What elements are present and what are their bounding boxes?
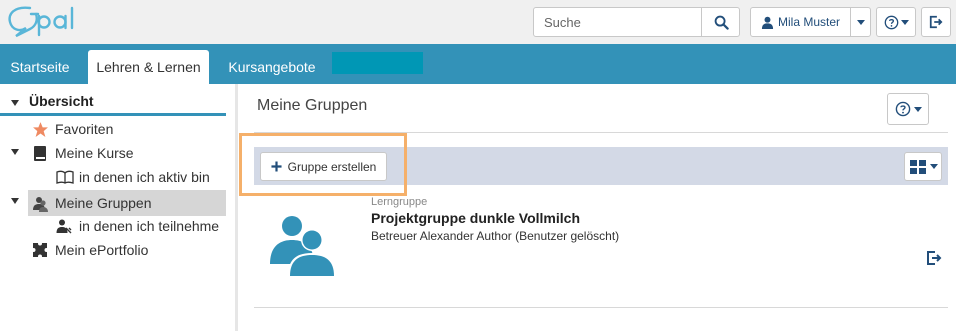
sidebar-item-meine-gruppen[interactable]: Meine Gruppen: [32, 191, 152, 215]
book-icon: [34, 145, 46, 161]
tab-lehren-lernen[interactable]: Lehren & Lernen: [88, 50, 209, 84]
collapse-toggle-icon[interactable]: [11, 198, 19, 204]
tab-kursangebote[interactable]: Kursangebote: [219, 50, 325, 84]
user-icon: [56, 219, 72, 234]
sidebar: Übersicht Favoriten Meine Kurse in denen…: [0, 84, 238, 331]
sidebar-item-label: in denen ich aktiv bin: [79, 169, 210, 185]
sidebar-item-aktiv[interactable]: in denen ich aktiv bin: [56, 165, 210, 189]
sidebar-item-meine-kurse[interactable]: Meine Kurse: [32, 141, 134, 165]
user-dropdown-toggle[interactable]: [850, 8, 871, 36]
chevron-down-icon: [900, 19, 909, 25]
user-menu: Mila Muster: [750, 7, 871, 37]
main-navigation: Startseite Lehren & Lernen Kursangebote: [0, 44, 956, 84]
group-tutor-text: Betreuer Alexander Author (Benutzer gelö…: [371, 229, 620, 243]
sidebar-item-label: Meine Kurse: [55, 145, 134, 161]
search-input[interactable]: [534, 8, 701, 36]
search-button[interactable]: [701, 8, 740, 36]
puzzle-icon: [32, 242, 48, 258]
open-book-icon: [56, 170, 74, 184]
question-icon: [884, 15, 898, 29]
view-mode-button[interactable]: [904, 152, 942, 181]
search-icon: [714, 15, 729, 30]
question-icon: [895, 101, 910, 117]
tab-placeholder[interactable]: [332, 52, 423, 74]
sidebar-item-label: Meine Gruppen: [55, 195, 152, 211]
group-avatar-icon[interactable]: [270, 212, 336, 276]
logout-button[interactable]: [921, 7, 951, 37]
user-button[interactable]: Mila Muster: [751, 8, 850, 36]
group-type-label: Lerngruppe: [371, 196, 428, 208]
sidebar-item-label: Favoriten: [55, 121, 114, 137]
divider: [254, 307, 948, 308]
page-title: Meine Gruppen: [257, 97, 368, 114]
logout-icon: [929, 15, 943, 29]
group-name-link[interactable]: Projektgruppe dunkle Vollmilch: [371, 210, 580, 226]
chevron-down-icon: [929, 164, 938, 169]
sidebar-item-favoriten[interactable]: Favoriten: [32, 117, 113, 141]
grid-view-icon: [909, 159, 926, 174]
user-icon: [761, 16, 774, 29]
users-icon: [33, 196, 48, 212]
collapse-toggle-icon[interactable]: [11, 149, 19, 155]
search-box: [533, 7, 740, 37]
help-button[interactable]: [876, 7, 916, 37]
sidebar-overview-label: Übersicht: [29, 93, 94, 109]
tab-startseite[interactable]: Startseite: [0, 50, 80, 84]
sidebar-item-eportfolio[interactable]: Mein ePortfolio: [32, 238, 148, 262]
opal-logo[interactable]: [6, 4, 78, 38]
collapse-toggle-icon[interactable]: [11, 100, 19, 106]
user-name: Mila Muster: [778, 15, 841, 29]
header: Mila Muster: [0, 0, 956, 44]
sidebar-item-label: in denen ich teilnehme: [79, 218, 220, 234]
star-icon: [33, 121, 48, 137]
leave-group-icon[interactable]: [926, 250, 942, 266]
chevron-down-icon: [857, 19, 865, 25]
sidebar-overview[interactable]: Übersicht: [0, 90, 226, 116]
page-help-button[interactable]: [887, 93, 929, 125]
sidebar-item-label: Mein ePortfolio: [55, 242, 149, 258]
chevron-down-icon: [913, 106, 922, 112]
sidebar-item-teilnehme[interactable]: in denen ich teilnehme: [56, 214, 219, 238]
highlight-annotation: [239, 133, 407, 196]
